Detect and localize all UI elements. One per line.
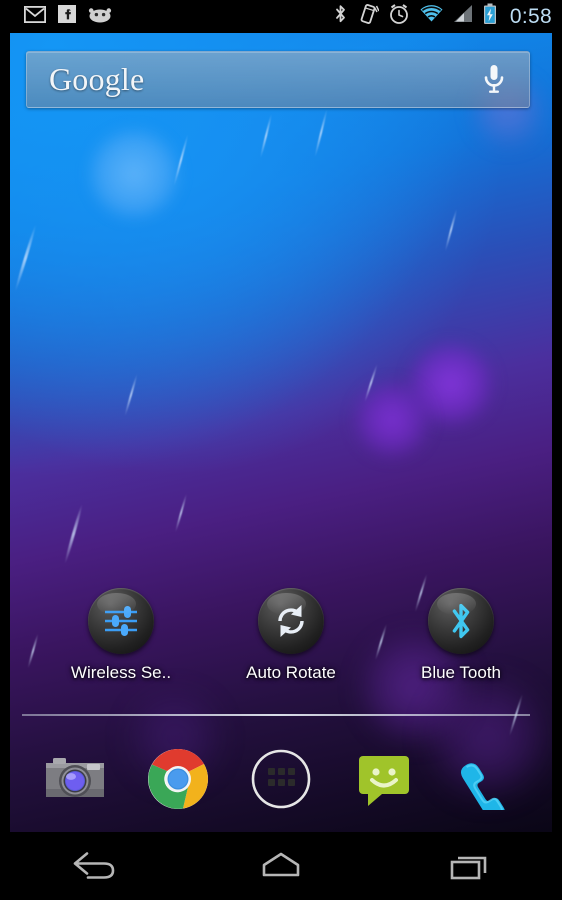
bokeh-circle <box>410 343 492 425</box>
nav-home-button[interactable] <box>206 832 356 900</box>
shortcut-label: Blue Tooth <box>420 663 502 682</box>
wallpaper: Google Wireless Se.. Auto Rotate Blue To… <box>10 33 552 832</box>
shortcut-bluetooth[interactable]: Blue Tooth <box>405 588 517 683</box>
nav-recents-button[interactable] <box>393 832 543 900</box>
light-streak <box>63 503 84 565</box>
camera-icon <box>46 758 105 797</box>
google-search-widget[interactable]: Google <box>26 51 530 108</box>
status-bar[interactable]: 0:58 <box>0 0 562 33</box>
status-bar-notification-icons <box>23 5 112 28</box>
gmail-icon <box>23 5 47 28</box>
light-streak <box>444 208 458 252</box>
light-streak <box>174 493 188 533</box>
shortcut-auto-rotate[interactable]: Auto Rotate <box>235 588 347 683</box>
search-placeholder-text: Google <box>49 61 145 97</box>
facebook-icon <box>58 5 76 28</box>
dock-divider <box>22 714 530 716</box>
shortcut-label: Auto Rotate <box>246 663 336 682</box>
home-icon <box>262 852 300 877</box>
dock-item-app-drawer[interactable] <box>245 743 317 815</box>
chrome-icon <box>148 749 209 809</box>
light-streak <box>363 363 379 403</box>
status-bar-system-icons: 0:58 <box>333 3 552 30</box>
recent-apps-icon <box>451 856 487 880</box>
back-arrow-icon <box>73 852 114 879</box>
messaging-icon <box>358 756 409 806</box>
shortcut-row: Wireless Se.. Auto Rotate Blue Tooth <box>20 588 552 698</box>
shortcut-wireless-settings[interactable]: Wireless Se.. <box>65 588 177 683</box>
app-drawer-icon <box>251 749 311 809</box>
navigation-bar <box>0 832 562 900</box>
nav-back-button[interactable] <box>19 832 169 900</box>
dock <box>10 730 552 828</box>
status-bar-clock: 0:58 <box>509 4 552 28</box>
android-jellybean-icon <box>88 6 112 28</box>
light-streak <box>313 108 329 158</box>
cellular-signal-icon <box>453 4 474 29</box>
microphone-icon[interactable] <box>481 63 507 97</box>
alarm-icon <box>388 3 410 30</box>
light-streak <box>173 133 189 187</box>
android-home-screen: Google Wireless Se.. Auto Rotate Blue To… <box>0 0 562 900</box>
phone-icon <box>460 763 505 810</box>
light-streak <box>259 113 273 159</box>
wifi-icon <box>419 4 444 29</box>
dock-item-phone[interactable] <box>451 743 523 815</box>
shortcut-label: Wireless Se.. <box>70 663 172 682</box>
sliders-icon <box>88 588 154 654</box>
vibrate-icon <box>357 3 380 30</box>
rotate-refresh-icon <box>258 588 324 654</box>
bokeh-circle <box>88 128 180 220</box>
bluetooth-icon <box>333 3 348 30</box>
bokeh-circle <box>355 383 429 457</box>
dock-item-messaging[interactable] <box>348 743 420 815</box>
dock-item-chrome[interactable] <box>142 743 214 815</box>
light-streak <box>123 373 139 417</box>
dock-item-camera[interactable] <box>39 743 111 815</box>
bluetooth-icon <box>428 588 494 654</box>
light-streak <box>13 224 38 292</box>
battery-charging-icon <box>483 3 497 30</box>
